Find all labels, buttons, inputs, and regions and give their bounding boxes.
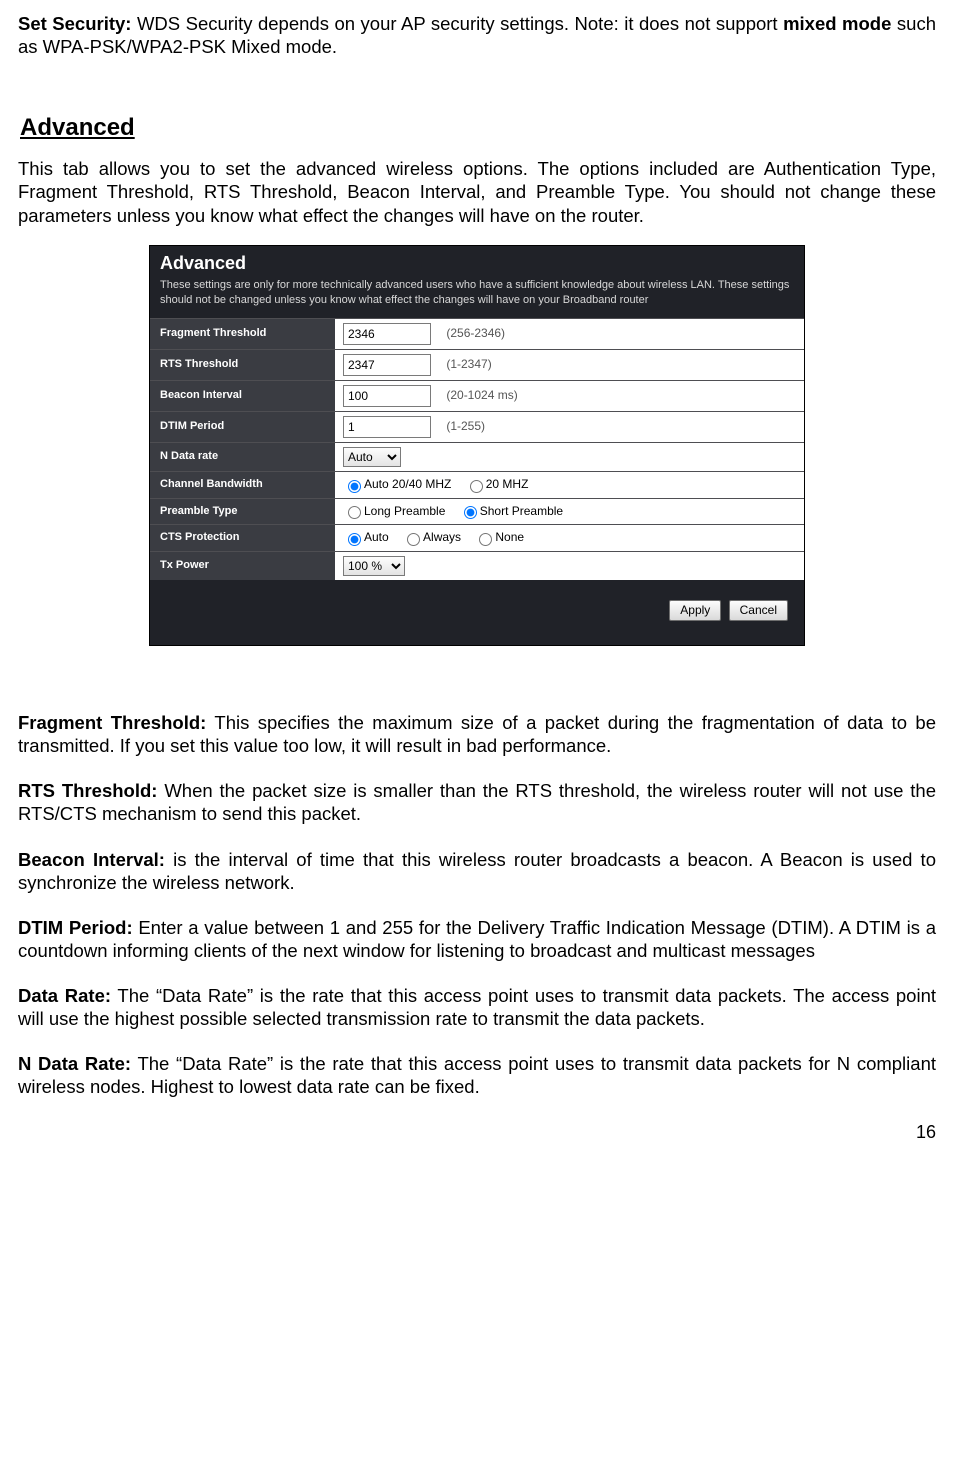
set-security-paragraph: Set Security: WDS Security depends on yo… [18, 12, 936, 58]
def-ndata-label: N Data Rate: [18, 1053, 131, 1074]
set-security-text-1: WDS Security depends on your AP security… [131, 13, 783, 34]
dtim-period-label: DTIM Period [150, 411, 335, 442]
cts-protection-label: CTS Protection [150, 525, 335, 552]
channel-bandwidth-label: Channel Bandwidth [150, 471, 335, 498]
beacon-interval-input[interactable] [343, 385, 431, 407]
def-rts: RTS Threshold: When the packet size is s… [18, 779, 936, 825]
beacon-interval-label: Beacon Interval [150, 380, 335, 411]
panel-subtitle: These settings are only for more technic… [150, 276, 804, 318]
cts-opt1-text: Auto [364, 530, 389, 544]
cbw-radio-20-input[interactable] [470, 480, 483, 493]
panel-title: Advanced [150, 246, 804, 277]
apply-button[interactable]: Apply [669, 600, 721, 621]
preamble-opt2-text: Short Preamble [480, 504, 563, 518]
cbw-radio-auto[interactable]: Auto 20/40 MHZ [343, 477, 451, 491]
cts-radio-auto-input[interactable] [348, 533, 361, 546]
preamble-radio-short-input[interactable] [464, 506, 477, 519]
rts-threshold-input[interactable] [343, 354, 431, 376]
preamble-radio-long[interactable]: Long Preamble [343, 504, 445, 518]
preamble-opt1-text: Long Preamble [364, 504, 445, 518]
set-security-label: Set Security: [18, 13, 131, 34]
def-dtim-label: DTIM Period: [18, 917, 133, 938]
advanced-panel: Advanced These settings are only for mor… [149, 245, 805, 646]
preamble-type-label: Preamble Type [150, 498, 335, 525]
def-beacon-label: Beacon Interval: [18, 849, 165, 870]
rts-threshold-label: RTS Threshold [150, 349, 335, 380]
cts-radio-auto[interactable]: Auto [343, 530, 389, 544]
advanced-settings-table: Fragment Threshold (256-2346) RTS Thresh… [150, 318, 804, 580]
def-dtim: DTIM Period: Enter a value between 1 and… [18, 916, 936, 962]
advanced-description: This tab allows you to set the advanced … [18, 157, 936, 226]
cbw-radio-20[interactable]: 20 MHZ [465, 477, 529, 491]
def-datarate-label: Data Rate: [18, 985, 111, 1006]
def-datarate-text: The “Data Rate” is the rate that this ac… [18, 985, 936, 1029]
dtim-period-input[interactable] [343, 416, 431, 438]
cts-radio-none-input[interactable] [479, 533, 492, 546]
cts-radio-none[interactable]: None [474, 530, 524, 544]
cancel-button[interactable]: Cancel [729, 600, 788, 621]
def-ndata: N Data Rate: The “Data Rate” is the rate… [18, 1052, 936, 1098]
rts-threshold-range: (1-2347) [446, 357, 491, 371]
def-datarate: Data Rate: The “Data Rate” is the rate t… [18, 984, 936, 1030]
cbw-opt2-text: 20 MHZ [486, 477, 529, 491]
cbw-radio-auto-input[interactable] [348, 480, 361, 493]
cts-radio-always[interactable]: Always [402, 530, 461, 544]
def-beacon: Beacon Interval: is the interval of time… [18, 848, 936, 894]
beacon-interval-range: (20-1024 ms) [446, 388, 517, 402]
fragment-threshold-label: Fragment Threshold [150, 318, 335, 349]
set-security-mixed-mode: mixed mode [783, 13, 891, 34]
cts-opt2-text: Always [423, 530, 461, 544]
preamble-radio-long-input[interactable] [348, 506, 361, 519]
def-fragment: Fragment Threshold: This specifies the m… [18, 711, 936, 757]
n-data-rate-select[interactable]: Auto [343, 447, 401, 467]
def-fragment-label: Fragment Threshold: [18, 712, 206, 733]
fragment-threshold-range: (256-2346) [446, 326, 505, 340]
fragment-threshold-input[interactable] [343, 323, 431, 345]
cts-opt3-text: None [495, 530, 524, 544]
preamble-radio-short[interactable]: Short Preamble [459, 504, 563, 518]
def-rts-label: RTS Threshold: [18, 780, 157, 801]
advanced-heading: Advanced [20, 113, 936, 143]
n-data-rate-label: N Data rate [150, 442, 335, 471]
dtim-period-range: (1-255) [446, 419, 485, 433]
tx-power-select[interactable]: 100 % [343, 556, 405, 576]
cts-radio-always-input[interactable] [407, 533, 420, 546]
def-ndata-text: The “Data Rate” is the rate that this ac… [18, 1053, 936, 1097]
tx-power-label: Tx Power [150, 552, 335, 581]
def-dtim-text: Enter a value between 1 and 255 for the … [18, 917, 936, 961]
page-number: 16 [18, 1121, 936, 1144]
cbw-opt1-text: Auto 20/40 MHZ [364, 477, 451, 491]
